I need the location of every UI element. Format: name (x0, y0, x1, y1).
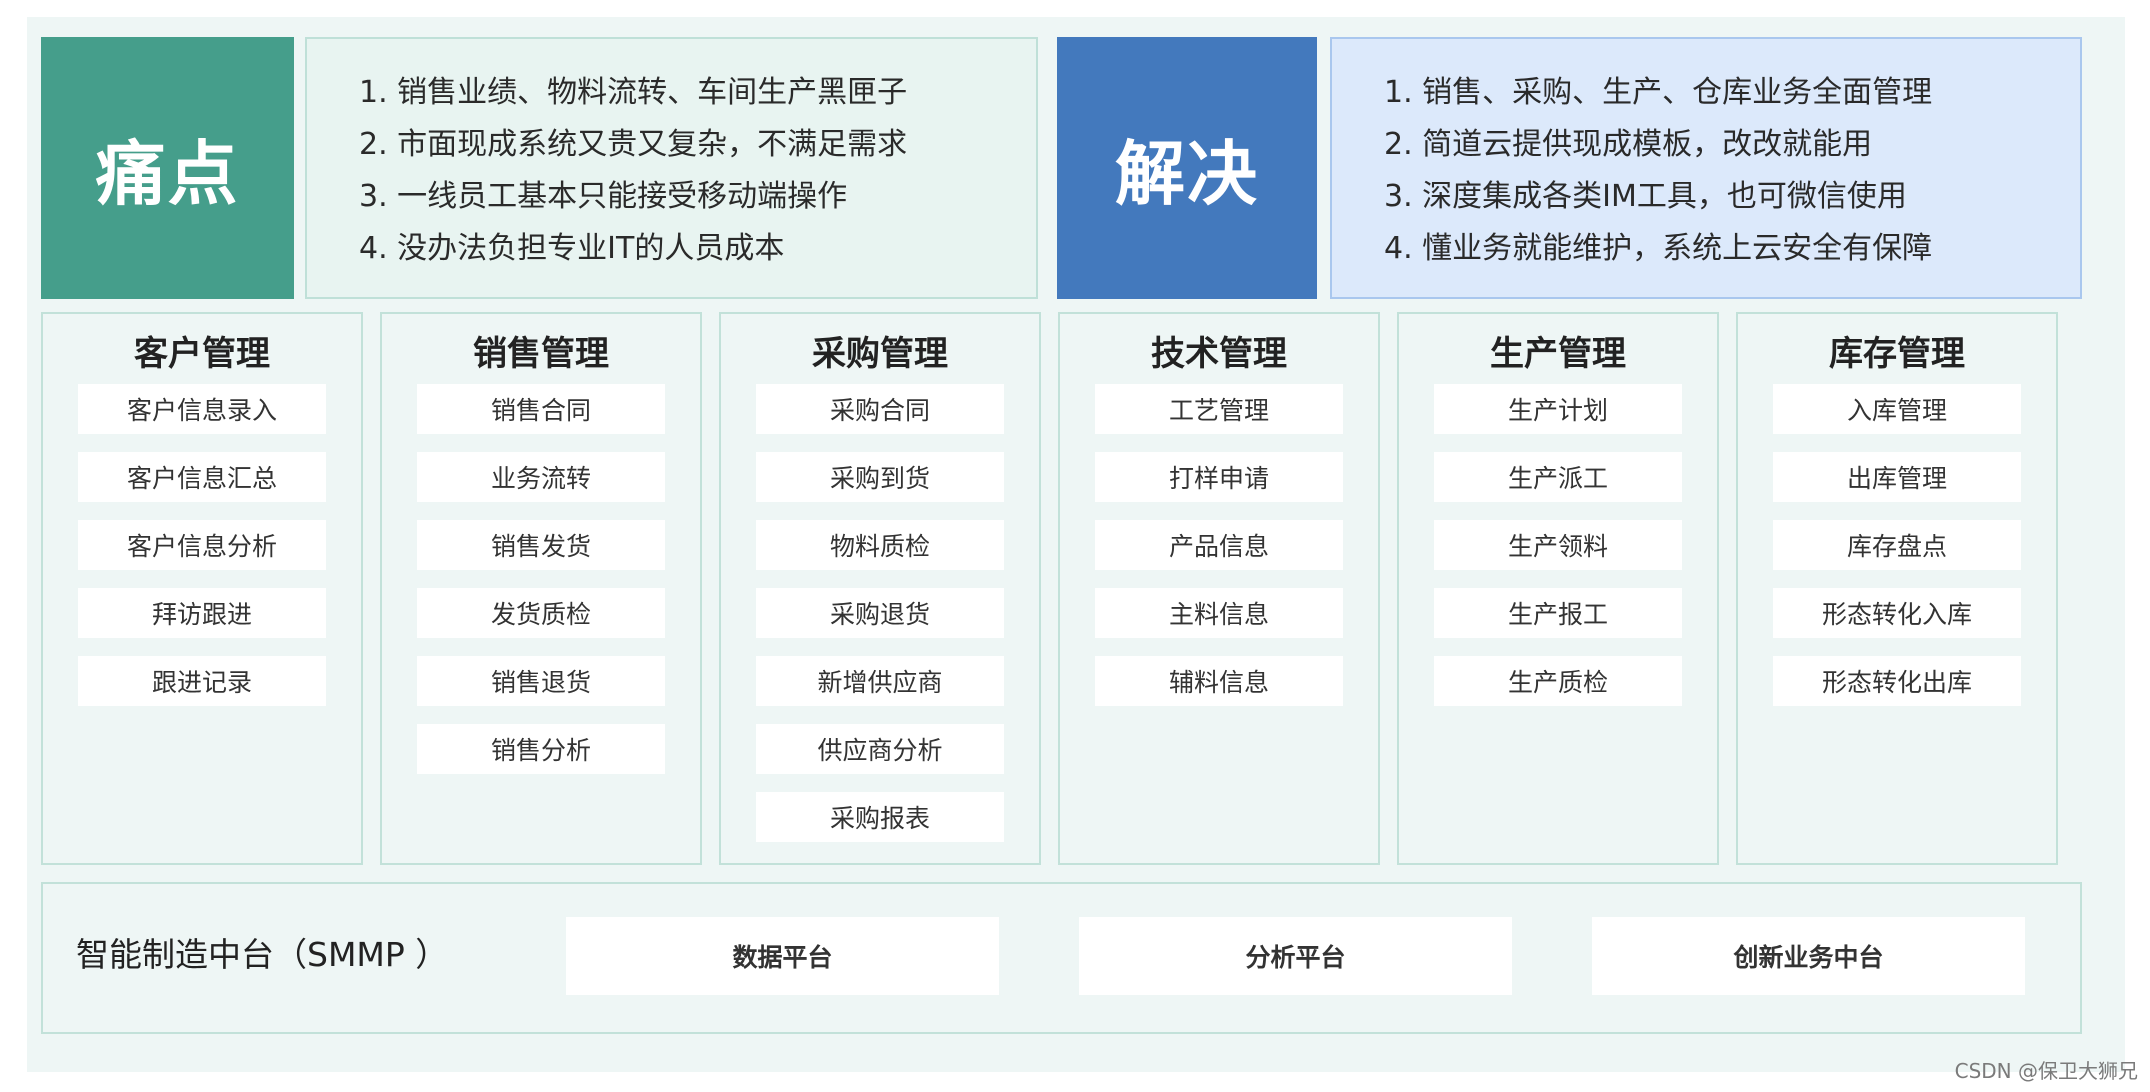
module-item[interactable]: 采购合同 (756, 384, 1004, 434)
module-item[interactable]: 销售合同 (417, 384, 665, 434)
module-purchase-management: 采购管理 采购合同 采购到货 物料质检 采购退货 新增供应商 供应商分析 采购报… (719, 312, 1041, 865)
module-item[interactable]: 生产报工 (1434, 588, 1682, 638)
watermark: CSDN @保卫大狮兄 (1954, 1059, 2138, 1083)
module-item[interactable]: 工艺管理 (1095, 384, 1343, 434)
solution-point: 3. 深度集成各类IM工具，也可微信使用 (1384, 179, 1907, 214)
module-title: 销售管理 (473, 334, 609, 374)
module-title: 技术管理 (1151, 334, 1287, 374)
module-item[interactable]: 辅料信息 (1095, 656, 1343, 706)
module-item[interactable]: 新增供应商 (756, 656, 1004, 706)
module-title: 库存管理 (1829, 334, 1965, 374)
pain-point: 1. 销售业绩、物料流转、车间生产黑匣子 (359, 75, 908, 110)
module-item[interactable]: 形态转化入库 (1773, 588, 2021, 638)
solution-list: 1. 销售、采购、生产、仓库业务全面管理 2. 简道云提供现成模板，改改就能用 … (1330, 37, 2082, 299)
module-item[interactable]: 生产派工 (1434, 452, 1682, 502)
module-item[interactable]: 入库管理 (1773, 384, 2021, 434)
platform-innovation-business[interactable]: 创新业务中台 (1592, 917, 2025, 995)
module-item[interactable]: 跟进记录 (78, 656, 326, 706)
module-title: 客户管理 (134, 334, 270, 374)
platform-data[interactable]: 数据平台 (566, 917, 999, 995)
module-item[interactable]: 打样申请 (1095, 452, 1343, 502)
solution-point: 4. 懂业务就能维护，系统上云安全有保障 (1384, 231, 1933, 266)
module-inventory-management: 库存管理 入库管理 出库管理 库存盘点 形态转化入库 形态转化出库 (1736, 312, 2058, 865)
module-item[interactable]: 供应商分析 (756, 724, 1004, 774)
module-title: 采购管理 (812, 334, 948, 374)
pain-points-tag: 痛点 (41, 37, 294, 299)
module-item[interactable]: 生产质检 (1434, 656, 1682, 706)
module-item[interactable]: 销售分析 (417, 724, 665, 774)
pain-point: 3. 一线员工基本只能接受移动端操作 (359, 179, 848, 214)
module-item[interactable]: 主料信息 (1095, 588, 1343, 638)
module-technical-management: 技术管理 工艺管理 打样申请 产品信息 主料信息 辅料信息 (1058, 312, 1380, 865)
module-customer-management: 客户管理 客户信息录入 客户信息汇总 客户信息分析 拜访跟进 跟进记录 (41, 312, 363, 865)
module-item[interactable]: 销售发货 (417, 520, 665, 570)
solution-label: 解决 (1115, 132, 1259, 215)
solution-tag: 解决 (1057, 37, 1317, 299)
module-item[interactable]: 销售退货 (417, 656, 665, 706)
module-item[interactable]: 物料质检 (756, 520, 1004, 570)
module-item[interactable]: 产品信息 (1095, 520, 1343, 570)
module-item[interactable]: 拜访跟进 (78, 588, 326, 638)
solution-point: 1. 销售、采购、生产、仓库业务全面管理 (1384, 75, 1933, 110)
module-item[interactable]: 生产领料 (1434, 520, 1682, 570)
module-production-management: 生产管理 生产计划 生产派工 生产领料 生产报工 生产质检 (1397, 312, 1719, 865)
module-item[interactable]: 出库管理 (1773, 452, 2021, 502)
module-sales-management: 销售管理 销售合同 业务流转 销售发货 发货质检 销售退货 销售分析 (380, 312, 702, 865)
module-item[interactable]: 库存盘点 (1773, 520, 2021, 570)
module-item[interactable]: 客户信息汇总 (78, 452, 326, 502)
platform-label: 智能制造中台（SMMP ） (76, 935, 449, 974)
platform-analysis[interactable]: 分析平台 (1079, 917, 1512, 995)
module-item[interactable]: 客户信息录入 (78, 384, 326, 434)
module-item[interactable]: 客户信息分析 (78, 520, 326, 570)
module-item[interactable]: 业务流转 (417, 452, 665, 502)
module-item[interactable]: 采购到货 (756, 452, 1004, 502)
module-item[interactable]: 采购报表 (756, 792, 1004, 842)
pain-points-label: 痛点 (95, 132, 240, 215)
pain-point: 4. 没办法负担专业IT的人员成本 (359, 231, 785, 266)
module-item[interactable]: 生产计划 (1434, 384, 1682, 434)
module-item[interactable]: 发货质检 (417, 588, 665, 638)
solution-point: 2. 简道云提供现成模板，改改就能用 (1384, 127, 1873, 162)
module-item[interactable]: 采购退货 (756, 588, 1004, 638)
module-item[interactable]: 形态转化出库 (1773, 656, 2021, 706)
pain-points-list: 1. 销售业绩、物料流转、车间生产黑匣子 2. 市面现成系统又贵又复杂，不满足需… (305, 37, 1038, 299)
module-title: 生产管理 (1490, 334, 1626, 374)
pain-point: 2. 市面现成系统又贵又复杂，不满足需求 (359, 127, 908, 162)
